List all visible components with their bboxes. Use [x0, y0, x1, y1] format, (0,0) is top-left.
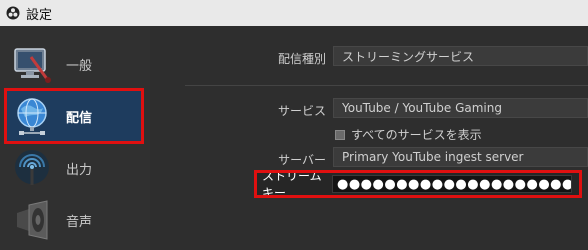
sidebar-item-label: 音声: [66, 214, 93, 230]
server-select[interactable]: Primary YouTube ingest server: [333, 147, 588, 167]
title-bar: 設定: [0, 0, 588, 26]
service-label: サービス: [277, 104, 326, 118]
sidebar-item-label: 配信: [66, 110, 93, 126]
sidebar-item-label: 出力: [66, 162, 93, 178]
stream-key-label: ストリームキー: [262, 169, 322, 200]
sidebar-item-audio[interactable]: 音声: [6, 194, 142, 246]
stream-key-input[interactable]: ●●●●●●●●●●●●●●●●●●●●●: [332, 175, 572, 193]
monitor-icon: [10, 42, 54, 86]
show-all-services-label: すべてのサービスを表示: [351, 128, 482, 142]
speaker-icon: [10, 198, 54, 242]
sidebar-item-stream[interactable]: 配信: [4, 88, 144, 144]
settings-sidebar: 一般 配信 出力 音声: [0, 26, 150, 250]
section-divider: [185, 85, 588, 86]
broadcast-antenna-icon: [10, 146, 54, 190]
sidebar-item-label: 一般: [66, 58, 93, 74]
window-title: 設定: [26, 7, 53, 23]
globe-network-icon: [10, 94, 54, 138]
show-all-services-checkbox[interactable]: [335, 129, 345, 140]
service-select[interactable]: YouTube / YouTube Gaming: [333, 98, 588, 118]
stream-type-label: 配信種別: [277, 52, 326, 66]
sidebar-item-general[interactable]: 一般: [6, 38, 142, 90]
stream-type-select[interactable]: ストリーミングサービス: [333, 46, 588, 66]
server-label: サーバー: [278, 153, 326, 167]
sidebar-item-output[interactable]: 出力: [6, 142, 142, 194]
show-all-services-option[interactable]: すべてのサービスを表示: [335, 126, 482, 143]
settings-window: 設定 一般 配信 出力 音声 配信種別 ストリーミングサービス サービス You…: [0, 0, 588, 250]
obs-logo-icon: [6, 6, 20, 20]
stream-key-row: ストリームキー ●●●●●●●●●●●●●●●●●●●●●: [254, 169, 582, 200]
